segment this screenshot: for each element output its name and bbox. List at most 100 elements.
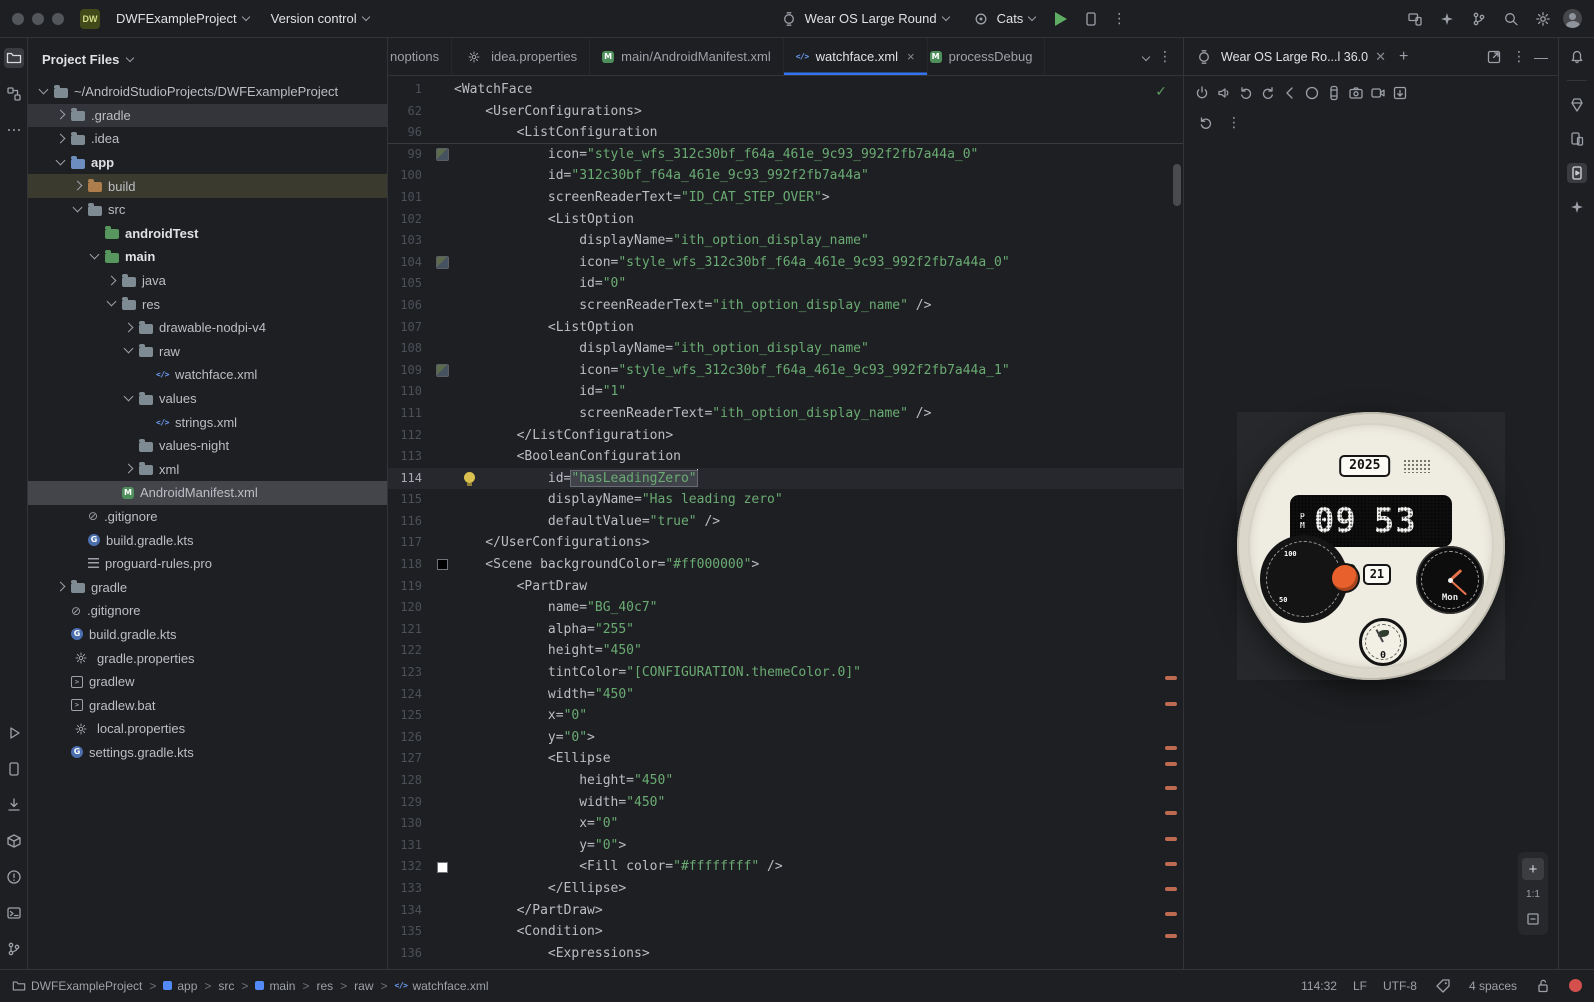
- gutter[interactable]: [430, 273, 454, 295]
- tree-item[interactable]: Gbuild.gradle.kts: [28, 623, 387, 647]
- record-icon[interactable]: [1368, 83, 1388, 103]
- vcs-icon[interactable]: [4, 939, 24, 959]
- gutter[interactable]: [430, 295, 454, 317]
- code-line[interactable]: 136<Expressions>: [388, 943, 1183, 965]
- code-line[interactable]: 129width="450": [388, 792, 1183, 814]
- gutter[interactable]: [430, 597, 454, 619]
- gutter[interactable]: [430, 792, 454, 814]
- gutter[interactable]: [430, 381, 454, 403]
- tag-icon[interactable]: [1433, 976, 1453, 996]
- breadcrumb-item[interactable]: app: [163, 979, 197, 993]
- code-line[interactable]: 118<Scene backgroundColor="#ff000000">: [388, 554, 1183, 576]
- tree-item[interactable]: </>watchface.xml: [28, 363, 387, 387]
- code-line[interactable]: 122height="450": [388, 640, 1183, 662]
- terminal-icon[interactable]: [4, 903, 24, 923]
- code-text[interactable]: width="450": [454, 792, 1183, 814]
- tree-chevron-icon[interactable]: [123, 346, 133, 356]
- gutter[interactable]: [430, 727, 454, 749]
- breadcrumb-item[interactable]: main: [255, 979, 295, 993]
- gutter[interactable]: [430, 748, 454, 770]
- tree-chevron-icon[interactable]: [106, 276, 116, 286]
- rotate-right-icon[interactable]: [1258, 83, 1278, 103]
- gutter[interactable]: [430, 662, 454, 684]
- run-configuration-selector[interactable]: Cats: [965, 5, 1042, 33]
- close-tab-icon[interactable]: ×: [907, 49, 915, 64]
- apply-changes-icon[interactable]: [1081, 9, 1101, 29]
- code-text[interactable]: <WatchFace: [454, 79, 1183, 101]
- tree-chevron-icon[interactable]: [72, 181, 82, 191]
- code-text[interactable]: displayName="ith_option_display_name": [454, 338, 1183, 360]
- device-more-icon[interactable]: ⋮: [1226, 115, 1242, 131]
- tree-item[interactable]: res: [28, 292, 387, 316]
- gutter[interactable]: [430, 900, 454, 922]
- gutter[interactable]: [430, 187, 454, 209]
- notifications-icon[interactable]: [1567, 46, 1587, 66]
- code-line[interactable]: 126y="0">: [388, 727, 1183, 749]
- tab-list-chevron-icon[interactable]: [1142, 52, 1150, 60]
- code-line[interactable]: 1<WatchFace: [388, 79, 1183, 101]
- tree-item[interactable]: values: [28, 387, 387, 411]
- code-line[interactable]: 123tintColor="[CONFIGURATION.themeColor.…: [388, 662, 1183, 684]
- code-line[interactable]: 96<ListConfiguration: [388, 122, 1183, 144]
- code-text[interactable]: <Condition>: [454, 921, 1183, 943]
- gutter[interactable]: [430, 770, 454, 792]
- tree-item[interactable]: build: [28, 174, 387, 198]
- breadcrumb-item[interactable]: res: [316, 979, 333, 993]
- back-icon[interactable]: [1280, 83, 1300, 103]
- code-text[interactable]: <UserConfigurations>: [454, 101, 1183, 123]
- project-menu[interactable]: DWFExampleProject: [110, 7, 255, 30]
- gutter[interactable]: [430, 101, 454, 123]
- tree-item[interactable]: ~/AndroidStudioProjects/DWFExampleProjec…: [28, 80, 387, 104]
- zoom-in-button[interactable]: +: [1522, 858, 1544, 880]
- rotate-left-icon[interactable]: [1236, 83, 1256, 103]
- version-control-menu[interactable]: Version control: [265, 7, 375, 30]
- code-text[interactable]: y="0">: [454, 835, 1183, 857]
- gutter[interactable]: [430, 878, 454, 900]
- code-line[interactable]: 108displayName="ith_option_display_name": [388, 338, 1183, 360]
- gutter[interactable]: [430, 425, 454, 447]
- code-text[interactable]: id="1": [454, 381, 1183, 403]
- device-manager-icon[interactable]: [1567, 129, 1587, 149]
- tree-chevron-icon[interactable]: [123, 323, 133, 333]
- code-text[interactable]: alpha="255": [454, 619, 1183, 641]
- code-text[interactable]: icon="style_wfs_312c30bf_f64a_461e_9c93_…: [454, 144, 1183, 166]
- power-icon[interactable]: [1192, 83, 1212, 103]
- code-line[interactable]: 99icon="style_wfs_312c30bf_f64a_461e_9c9…: [388, 144, 1183, 166]
- tree-item[interactable]: gradle: [28, 575, 387, 599]
- gutter[interactable]: [430, 403, 454, 425]
- code-text[interactable]: <Fill color="#ffffffff" />: [454, 856, 1183, 878]
- code-line[interactable]: 107<ListOption: [388, 317, 1183, 339]
- tree-item[interactable]: src: [28, 198, 387, 222]
- gutter[interactable]: [430, 230, 454, 252]
- more-actions-icon[interactable]: ⋮: [1111, 11, 1127, 27]
- color-swatch[interactable]: [437, 559, 448, 570]
- indent-setting[interactable]: 4 spaces: [1469, 979, 1517, 993]
- zoom-fit-icon[interactable]: [1523, 909, 1543, 929]
- code-line[interactable]: 133</Ellipse>: [388, 878, 1183, 900]
- gutter[interactable]: [430, 165, 454, 187]
- code-text[interactable]: id="hasLeadingZero": [454, 468, 1183, 490]
- close-device-tab-icon[interactable]: ✕: [1375, 49, 1386, 65]
- tree-chevron-icon[interactable]: [55, 158, 65, 168]
- wrist-icon[interactable]: [1324, 83, 1344, 103]
- code-line[interactable]: 100id="312c30bf_f64a_461e_9c93_992f2fb7a…: [388, 165, 1183, 187]
- gutter[interactable]: [430, 576, 454, 598]
- tree-item[interactable]: java: [28, 269, 387, 293]
- code-line[interactable]: 119<PartDraw: [388, 576, 1183, 598]
- tree-chevron-icon[interactable]: [106, 299, 116, 309]
- tree-item[interactable]: gradle.properties: [28, 646, 387, 670]
- build-icon[interactable]: [1567, 95, 1587, 115]
- code-text[interactable]: </Ellipse>: [454, 878, 1183, 900]
- resource-preview-icon[interactable]: [436, 364, 449, 377]
- code-text[interactable]: screenReaderText="ID_CAT_STEP_OVER">: [454, 187, 1183, 209]
- gutter[interactable]: [430, 640, 454, 662]
- editor-tab[interactable]: MprocessDebug: [928, 38, 1046, 75]
- gutter[interactable]: [430, 252, 454, 274]
- code-line[interactable]: 113<BooleanConfiguration: [388, 446, 1183, 468]
- download-icon[interactable]: [4, 795, 24, 815]
- package-icon[interactable]: [4, 831, 24, 851]
- gutter[interactable]: [430, 489, 454, 511]
- gutter[interactable]: [430, 532, 454, 554]
- code-text[interactable]: id="0": [454, 273, 1183, 295]
- more-icon[interactable]: [4, 120, 24, 140]
